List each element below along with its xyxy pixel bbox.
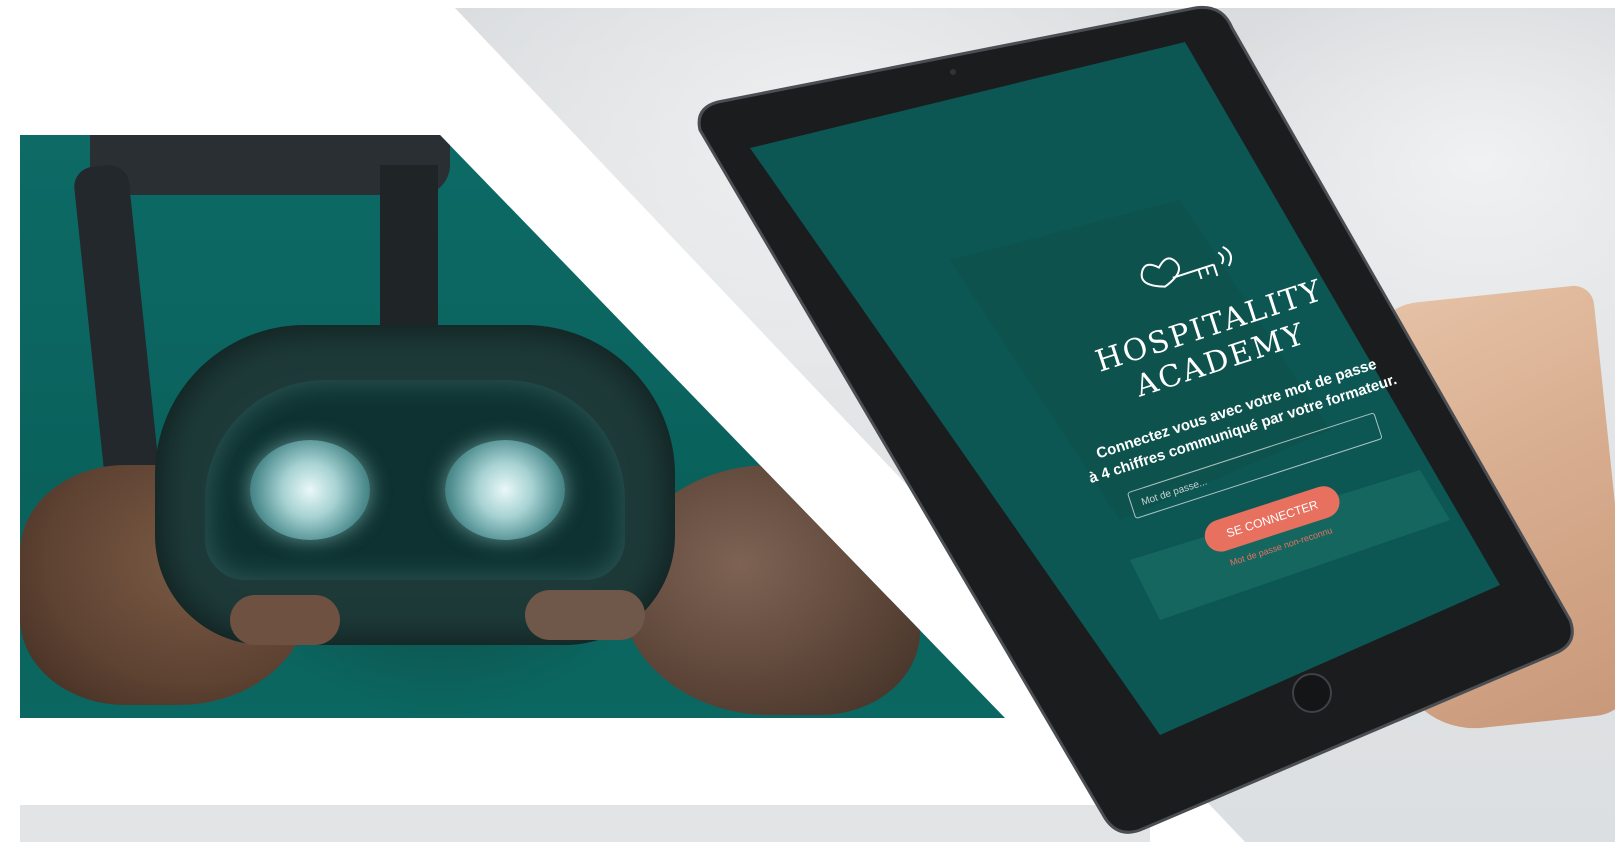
bottom-grey-band bbox=[20, 805, 1150, 842]
vr-lens-right bbox=[445, 440, 565, 540]
right-thumb bbox=[525, 590, 645, 640]
vr-lens-left bbox=[250, 440, 370, 540]
left-thumb bbox=[230, 595, 340, 645]
